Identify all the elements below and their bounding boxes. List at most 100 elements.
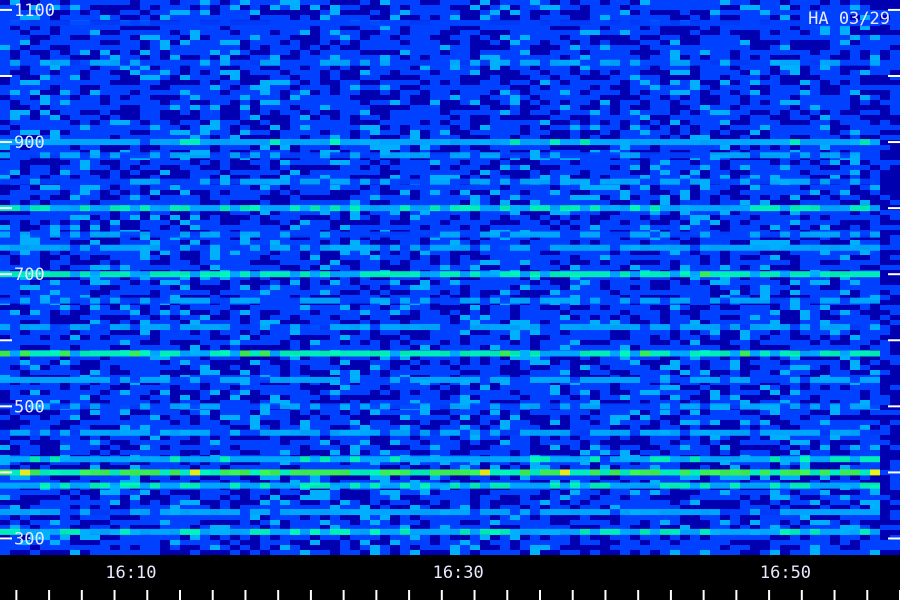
heatmap-cell xyxy=(380,145,390,150)
heatmap-cell xyxy=(700,170,710,175)
heatmap-cell xyxy=(140,75,150,80)
heatmap-cell xyxy=(20,220,30,225)
heatmap-cell xyxy=(250,160,260,165)
heatmap-cell xyxy=(890,260,900,265)
heatmap-cell xyxy=(580,215,590,220)
heatmap-cell xyxy=(30,40,40,45)
heatmap-cell xyxy=(560,260,570,265)
heatmap-cell xyxy=(590,220,600,225)
heatmap-cell xyxy=(810,145,820,150)
heatmap-cell xyxy=(440,70,450,75)
heatmap-cell xyxy=(490,165,500,170)
heatmap-cell xyxy=(700,35,710,40)
heatmap-cell xyxy=(330,40,340,45)
heatmap-cell xyxy=(490,90,500,95)
heatmap-cell xyxy=(770,40,780,45)
heatmap-cell xyxy=(460,200,470,205)
heatmap-cell xyxy=(580,165,590,170)
heatmap-cell xyxy=(670,200,680,205)
heatmap-cell xyxy=(40,240,50,245)
heatmap-cell xyxy=(760,170,770,175)
heatmap-cell xyxy=(390,110,400,115)
heatmap-cell xyxy=(140,85,150,90)
heatmap-cell xyxy=(490,50,500,55)
heatmap-cell xyxy=(180,185,190,190)
heatmap-cell xyxy=(590,200,600,205)
heatmap-cell xyxy=(410,75,420,80)
heatmap-cell xyxy=(360,105,370,110)
heatmap-cell xyxy=(620,240,630,245)
heatmap-cell xyxy=(870,30,880,35)
heatmap-cell xyxy=(680,75,690,80)
heatmap-cell xyxy=(70,95,80,100)
heatmap-cell xyxy=(270,100,280,105)
heatmap-cell xyxy=(860,190,870,195)
heatmap-cell xyxy=(610,120,620,125)
heatmap-cell xyxy=(600,90,610,95)
heatmap-cell xyxy=(760,10,770,15)
heatmap-cell xyxy=(50,200,60,205)
heatmap-cell xyxy=(310,130,320,135)
heatmap-cell xyxy=(270,105,280,110)
heatmap-cell xyxy=(710,100,720,105)
heatmap-cell xyxy=(190,195,200,200)
heatmap-cell xyxy=(200,130,210,135)
heatmap-cell xyxy=(330,265,340,270)
heatmap-cell xyxy=(100,265,110,270)
heatmap-cell xyxy=(580,55,590,60)
heatmap-cell xyxy=(130,55,140,60)
heatmap-cell xyxy=(340,85,350,90)
heatmap-cell xyxy=(360,80,370,85)
heatmap-cell xyxy=(500,260,510,265)
heatmap-cell xyxy=(440,260,450,265)
heatmap-cell xyxy=(620,85,630,90)
heatmap-cell xyxy=(750,10,760,15)
heatmap-cell xyxy=(750,240,760,245)
heatmap-cell xyxy=(450,70,460,75)
heatmap-cell xyxy=(640,170,650,175)
heatmap-cell xyxy=(380,200,390,205)
heatmap-cell xyxy=(800,145,810,150)
heatmap-cell xyxy=(530,100,540,105)
heatmap-cell xyxy=(130,15,140,20)
heatmap-cell xyxy=(850,265,860,270)
heatmap-cell xyxy=(770,105,780,110)
heatmap-cell xyxy=(320,80,330,85)
heatmap-cell xyxy=(740,240,750,245)
heatmap-cell xyxy=(180,105,190,110)
heatmap-cell xyxy=(710,165,720,170)
heatmap-cell xyxy=(800,260,810,265)
heatmap-cell xyxy=(550,40,560,45)
heatmap-cell xyxy=(50,265,60,270)
heatmap-cell xyxy=(20,30,30,35)
heatmap-cell xyxy=(80,260,90,265)
heatmap-cell xyxy=(570,35,580,40)
heatmap-cell xyxy=(490,75,500,80)
heatmap-cell xyxy=(100,100,110,105)
heatmap-cell xyxy=(400,190,410,195)
heatmap-cell xyxy=(520,100,530,105)
heatmap-cell xyxy=(80,130,90,135)
heatmap-cell xyxy=(460,160,470,165)
heatmap-cell xyxy=(850,55,860,60)
heatmap-cell xyxy=(100,120,110,125)
heatmap-cell xyxy=(850,50,860,55)
heatmap-cell xyxy=(540,75,550,80)
heatmap-cell xyxy=(190,190,200,195)
heatmap-cell xyxy=(470,120,480,125)
heatmap-cell xyxy=(360,5,370,10)
heatmap-cell xyxy=(30,110,40,115)
heatmap-cell xyxy=(790,165,800,170)
heatmap-cell xyxy=(190,120,200,125)
heatmap-cell xyxy=(740,50,750,55)
heatmap-cell xyxy=(710,5,720,10)
heatmap-cell xyxy=(180,115,190,120)
heatmap-cell xyxy=(290,130,300,135)
heatmap-cell xyxy=(420,255,430,260)
heatmap-cell xyxy=(280,10,290,15)
heatmap-cell xyxy=(530,30,540,35)
heatmap-cell xyxy=(370,105,380,110)
heatmap-cell xyxy=(380,15,390,20)
heatmap-cell xyxy=(270,225,280,230)
heatmap-cell xyxy=(40,125,50,130)
